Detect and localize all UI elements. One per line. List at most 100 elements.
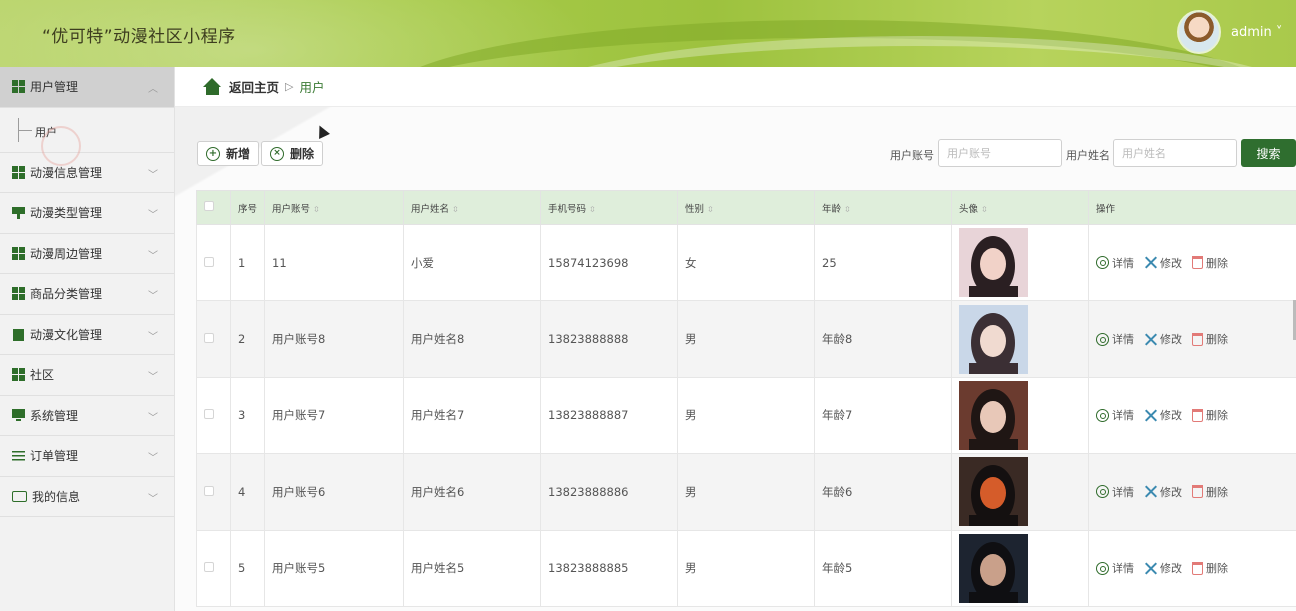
sidebar-item-user-management[interactable]: 用户管理 ︿: [0, 67, 174, 108]
row-checkbox-cell[interactable]: [196, 223, 231, 302]
chevron-down-icon: ﹀: [148, 412, 158, 424]
avatar-photo[interactable]: [959, 457, 1028, 527]
sidebar-item-anime-info[interactable]: 动漫信息管理 ﹀: [0, 153, 174, 193]
sidebar: 用户管理 ︿ 用户 动漫信息管理 ﹀ 动漫类型管理 ﹀ 动漫周边管理 ﹀ 商品分…: [0, 67, 175, 611]
search-detail-icon: [1096, 256, 1109, 270]
row-checkbox[interactable]: [204, 256, 214, 267]
row-checkbox[interactable]: [204, 333, 214, 344]
grid-icon: [12, 368, 25, 382]
search-detail-icon: [1096, 485, 1109, 499]
detail-button[interactable]: 详情: [1096, 560, 1134, 576]
cell-gender: 男: [677, 376, 815, 455]
trash-icon: [1192, 408, 1203, 422]
sidebar-item-anime-culture[interactable]: 动漫文化管理 ﹀: [0, 315, 174, 355]
sort-icon: ⇳: [313, 204, 320, 214]
sidebar-item-community[interactable]: 社区 ﹀: [0, 355, 174, 396]
sliders-icon: [12, 449, 25, 463]
user-table: 序号 用户账号 ⇳ 用户姓名 ⇳ 手机号码 ⇳ 性别 ⇳ 年龄 ⇳ 头像 ⇳ 操作 1 11…: [196, 190, 1296, 607]
column-header[interactable]: 用户姓名 ⇳: [403, 190, 541, 225]
top-header: “优可特”动漫社区小程序 admin ˅: [0, 0, 1296, 67]
sort-icon: ⇳: [589, 204, 596, 214]
detail-button[interactable]: 详情: [1096, 255, 1134, 271]
cell-name: 用户姓名6: [403, 453, 541, 531]
table-row: 3 用户账号7 用户姓名7 13823888887 男 年龄7 详情 修改 删除: [196, 376, 1296, 455]
row-checkbox[interactable]: [204, 485, 214, 496]
add-button[interactable]: + 新增: [197, 141, 260, 166]
row-checkbox-cell[interactable]: [196, 529, 231, 607]
search-detail-icon: [1096, 332, 1109, 346]
trash-icon: [1192, 332, 1203, 346]
sort-icon: ⇳: [981, 204, 988, 214]
row-delete-button[interactable]: 删除: [1192, 560, 1228, 576]
breadcrumb-home[interactable]: 返回主页: [229, 77, 279, 96]
search-detail-icon: [1096, 408, 1109, 422]
row-checkbox-cell[interactable]: [196, 453, 231, 531]
user-avatar[interactable]: [1177, 10, 1221, 54]
cell-index: 3: [230, 376, 265, 455]
wrench-icon: [1144, 256, 1157, 269]
monitor-icon: [12, 408, 25, 422]
home-icon[interactable]: [203, 78, 222, 95]
cell-age: 年龄8: [814, 300, 952, 378]
select-all-checkbox[interactable]: [204, 201, 214, 211]
sidebar-item-my-info[interactable]: 我的信息 ﹀: [0, 477, 174, 517]
row-checkbox-cell[interactable]: [196, 376, 231, 455]
edit-button[interactable]: 修改: [1144, 407, 1182, 423]
cell-gender: 男: [677, 529, 815, 607]
grid-icon: [12, 246, 25, 260]
grid-icon: [12, 165, 25, 179]
detail-button[interactable]: 详情: [1096, 484, 1134, 500]
detail-button[interactable]: 详情: [1096, 331, 1134, 347]
sidebar-item-system[interactable]: 系统管理 ﹀: [0, 396, 174, 436]
detail-button[interactable]: 详情: [1096, 407, 1134, 423]
search-button[interactable]: 搜索: [1241, 139, 1296, 167]
cell-phone: 13823888888: [540, 300, 678, 378]
sidebar-item-label: 动漫文化管理: [30, 327, 103, 342]
row-delete-button[interactable]: 删除: [1192, 407, 1228, 423]
sidebar-item-orders[interactable]: 订单管理 ﹀: [0, 436, 174, 477]
chevron-down-icon: ﹀: [148, 291, 158, 302]
edit-button[interactable]: 修改: [1144, 484, 1182, 500]
column-header[interactable]: 手机号码 ⇳: [540, 190, 678, 225]
column-header[interactable]: 用户账号 ⇳: [264, 190, 404, 225]
user-menu[interactable]: admin ˅: [1231, 25, 1282, 40]
cell-name: 小爱: [403, 223, 541, 302]
cell-phone: 13823888885: [540, 529, 678, 607]
row-checkbox-cell[interactable]: [196, 300, 231, 378]
column-header[interactable]: 头像 ⇳: [951, 190, 1089, 225]
wrench-icon: [1144, 485, 1157, 498]
account-search-input[interactable]: [938, 139, 1062, 167]
avatar-photo[interactable]: [959, 304, 1028, 374]
sidebar-item-anime-type[interactable]: 动漫类型管理 ﹀: [0, 193, 174, 234]
avatar-photo[interactable]: [959, 380, 1028, 450]
breadcrumb: 返回主页 ▷ 用户: [175, 67, 1296, 107]
name-search-input[interactable]: [1113, 139, 1237, 167]
wrench-icon: [1144, 562, 1157, 575]
sidebar-item-anime-merch[interactable]: 动漫周边管理 ﹀: [0, 234, 174, 274]
row-delete-button[interactable]: 删除: [1192, 484, 1228, 500]
edit-button[interactable]: 修改: [1144, 560, 1182, 576]
cell-age: 年龄7: [814, 376, 952, 455]
cell-account: 用户账号5: [264, 529, 404, 607]
cell-account: 11: [264, 223, 404, 302]
column-header[interactable]: 性别 ⇳: [677, 190, 815, 225]
chevron-down-icon: ﹀: [148, 169, 158, 181]
sidebar-subitem-user[interactable]: 用户: [0, 108, 174, 166]
row-delete-button[interactable]: 删除: [1192, 255, 1228, 271]
wrench-icon: [1144, 333, 1157, 346]
cell-account: 用户账号8: [264, 300, 404, 378]
avatar-photo[interactable]: [959, 533, 1028, 603]
row-delete-button[interactable]: 删除: [1192, 331, 1228, 347]
row-checkbox[interactable]: [204, 409, 214, 420]
cell-account: 用户账号6: [264, 453, 404, 531]
wrench-icon: [1144, 409, 1157, 422]
edit-button[interactable]: 修改: [1144, 255, 1182, 271]
avatar-photo[interactable]: [959, 228, 1028, 298]
cell-avatar: [951, 453, 1089, 531]
edit-button[interactable]: 修改: [1144, 331, 1182, 347]
select-all-checkbox-cell[interactable]: [196, 190, 231, 225]
delete-button[interactable]: × 删除: [261, 141, 324, 166]
column-header[interactable]: 年龄 ⇳: [814, 190, 952, 225]
row-checkbox[interactable]: [204, 562, 214, 573]
sidebar-item-goods-category[interactable]: 商品分类管理 ﹀: [0, 274, 174, 315]
